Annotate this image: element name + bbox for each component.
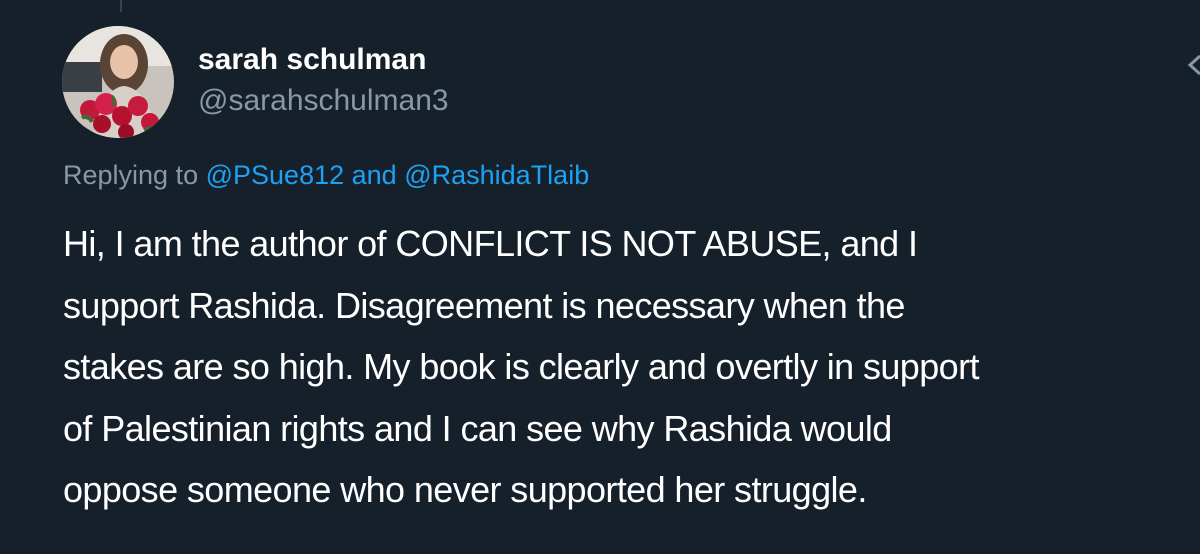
thread-connector-line <box>120 0 122 12</box>
mention-link[interactable]: @PSue812 <box>206 160 345 190</box>
reply-context: Replying to @PSue812 and @RashidaTlaib <box>63 157 589 193</box>
tweet-text-line: support Rashida. Disagreement is necessa… <box>63 284 905 326</box>
tweet-text-line: oppose someone who never supported her s… <box>63 469 867 510</box>
tweet-text-line: Hi, I am the author of CONFLICT IS NOT A… <box>63 223 918 264</box>
reply-prefix: Replying to <box>63 160 199 190</box>
tweet-text-line: stakes are so high. My book is clearly a… <box>63 346 979 387</box>
author-handle[interactable]: @sarahschulman3 <box>198 83 449 119</box>
avatar[interactable] <box>62 26 174 138</box>
tweet-text-line: of Palestinian rights and I can see why … <box>63 407 892 449</box>
avatar-photo <box>62 26 174 138</box>
author-display-name[interactable]: sarah schulman <box>198 42 426 78</box>
chevron-down-icon[interactable] <box>1186 52 1200 78</box>
mention-separator: and <box>351 160 397 190</box>
tweet-text: Hi, I am the author of CONFLICT IS NOT A… <box>63 213 1188 521</box>
mention-link[interactable]: @RashidaTlaib <box>404 160 589 190</box>
